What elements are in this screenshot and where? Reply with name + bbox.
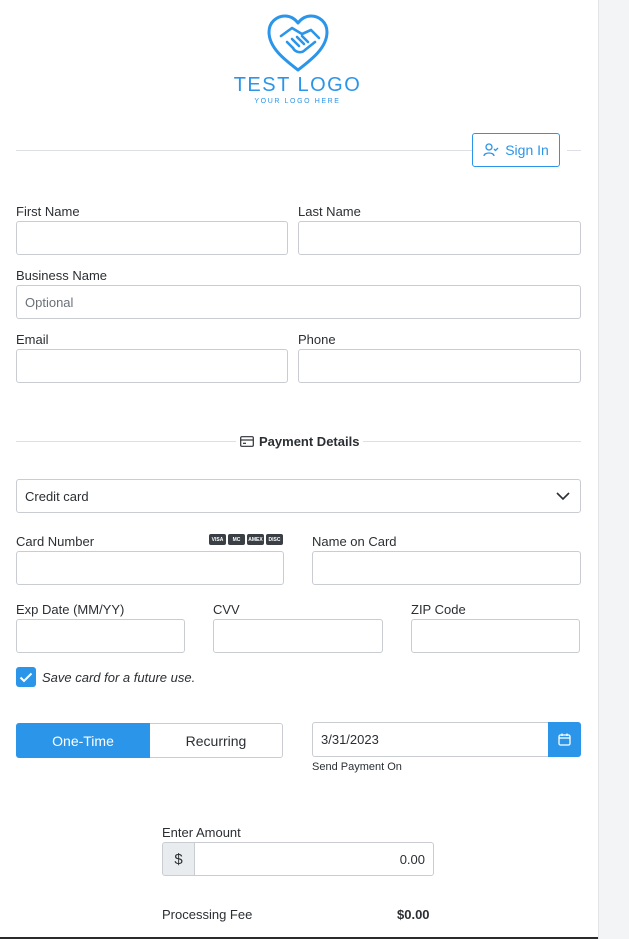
payment-details-heading: Payment Details [236, 432, 364, 450]
logo-title: TEST LOGO [233, 74, 362, 96]
save-card-checkbox[interactable] [16, 667, 36, 687]
send-date-input[interactable]: 3/31/2023 [312, 722, 549, 757]
payment-details-title: Payment Details [259, 433, 360, 449]
currency-symbol: $ [162, 842, 195, 876]
processing-fee-label: Processing Fee [162, 907, 253, 922]
calendar-icon [558, 733, 571, 746]
card-number-label: Card Number [16, 534, 95, 549]
card-brand-icons: VISA MC AMEX DISC [209, 534, 283, 545]
chevron-down-icon [556, 492, 570, 500]
brand-logo: TEST LOGO YOUR LOGO HERE [230, 12, 365, 105]
sign-in-label: Sign In [505, 142, 549, 158]
zip-code-input[interactable] [411, 619, 580, 653]
processing-fee-value: $0.00 [397, 907, 430, 922]
last-name-input[interactable] [298, 221, 581, 255]
cvv-label: CVV [213, 602, 240, 617]
first-name-label: First Name [16, 204, 80, 219]
one-time-toggle[interactable]: One-Time [16, 723, 150, 758]
recurring-toggle[interactable]: Recurring [150, 723, 283, 758]
visa-icon: VISA [209, 534, 226, 545]
card-number-input[interactable] [16, 551, 284, 585]
amount-input[interactable]: 0.00 [194, 842, 434, 876]
divider [16, 150, 472, 151]
user-icon [483, 143, 499, 157]
business-name-label: Business Name [16, 268, 108, 283]
send-payment-on-caption: Send Payment On [312, 761, 402, 773]
name-on-card-input[interactable] [312, 551, 581, 585]
exp-date-label: Exp Date (MM/YY) [16, 602, 125, 617]
payment-method-value: Credit card [25, 488, 89, 504]
payment-method-select[interactable]: Credit card [16, 479, 581, 513]
right-gutter [598, 0, 629, 939]
name-on-card-label: Name on Card [312, 534, 397, 549]
last-name-label: Last Name [298, 204, 361, 219]
logo-subtitle: YOUR LOGO HERE [254, 98, 341, 105]
credit-card-icon [240, 435, 254, 447]
zip-code-label: ZIP Code [411, 602, 466, 617]
email-input[interactable] [16, 349, 288, 383]
first-name-input[interactable] [16, 221, 288, 255]
handshake-heart-icon [267, 14, 328, 72]
email-label: Email [16, 332, 49, 347]
calendar-button[interactable] [548, 722, 581, 757]
cvv-input[interactable] [213, 619, 383, 653]
phone-input[interactable] [298, 349, 581, 383]
mastercard-icon: MC [228, 534, 245, 545]
sign-in-button[interactable]: Sign In [472, 133, 560, 167]
divider [567, 150, 581, 151]
discover-icon: DISC [266, 534, 283, 545]
enter-amount-label: Enter Amount [162, 825, 241, 840]
save-card-label: Save card for a future use. [42, 670, 196, 685]
amex-icon: AMEX [247, 534, 264, 545]
exp-date-input[interactable] [16, 619, 185, 653]
checkmark-icon [19, 672, 33, 682]
phone-label: Phone [298, 332, 336, 347]
business-name-input[interactable]: Optional [16, 285, 581, 319]
